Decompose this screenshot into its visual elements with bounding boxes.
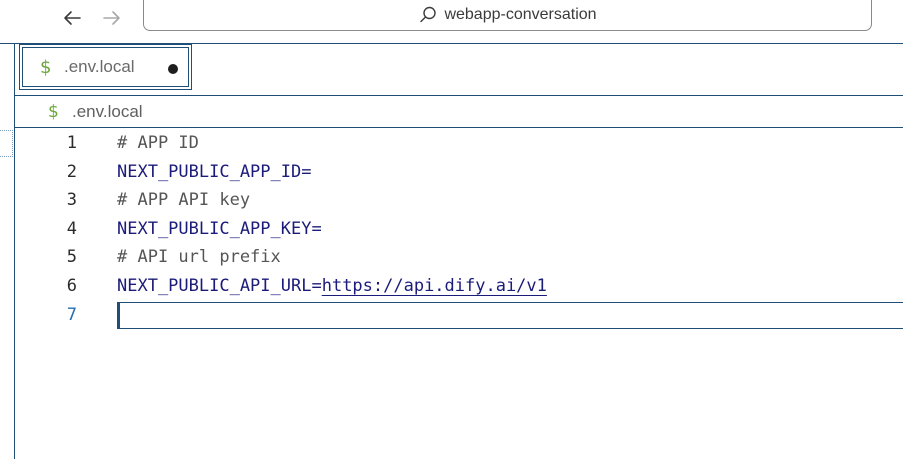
line-number-active: 7 <box>66 304 77 325</box>
line-number: 6 <box>66 276 77 296</box>
env-key: NEXT_PUBLIC_API_URL <box>117 276 312 296</box>
line-number: 3 <box>66 190 77 211</box>
code-text[interactable]: NEXT_PUBLIC_APP_KEY= <box>117 215 322 244</box>
text-cursor <box>118 302 120 328</box>
line-number: 4 <box>66 218 77 239</box>
arrow-left-icon <box>64 11 81 25</box>
code-line-2: 2 NEXT_PUBLIC_APP_ID= <box>15 158 903 187</box>
code-line-4: 4 NEXT_PUBLIC_APP_KEY= <box>15 215 903 244</box>
code-line-1: 1 # APP ID <box>15 129 903 158</box>
dollar-icon: $ <box>40 56 52 78</box>
comment-text[interactable]: # APP API key <box>117 186 250 215</box>
forward-button[interactable] <box>100 6 124 30</box>
breadcrumb: $ .env.local <box>15 97 903 127</box>
comment-text[interactable]: # API url prefix <box>117 243 281 272</box>
code-editor[interactable]: 1 # APP ID 2 NEXT_PUBLIC_APP_ID= 3 # APP… <box>15 129 903 459</box>
assign-operator: = <box>311 276 322 296</box>
search-icon <box>418 5 438 25</box>
line-number: 5 <box>66 247 77 268</box>
line-number: 2 <box>66 161 77 182</box>
command-center-text: webapp-conversation <box>444 6 597 23</box>
env-key: NEXT_PUBLIC_APP_KEY <box>117 218 312 239</box>
editor-tab-strip: $ .env.local <box>15 44 903 96</box>
assign-operator: = <box>311 218 322 239</box>
breadcrumb-divider <box>15 127 903 128</box>
code-text[interactable]: NEXT_PUBLIC_API_URL=https://api.dify.ai/… <box>117 272 547 301</box>
title-bar: webapp-conversation <box>0 0 903 44</box>
dollar-icon: $ <box>48 102 59 122</box>
current-line-highlight <box>117 301 903 329</box>
unsaved-dot-icon[interactable] <box>168 64 178 74</box>
arrow-right-icon <box>103 11 120 25</box>
tab-env-local[interactable]: $ .env.local <box>19 44 192 90</box>
back-button[interactable] <box>60 6 84 30</box>
url-link[interactable]: https://api.dify.ai/v1 <box>322 276 547 296</box>
code-line-3: 3 # APP API key <box>15 186 903 215</box>
command-center-search[interactable]: webapp-conversation <box>143 0 872 31</box>
tabs-divider <box>15 95 903 96</box>
env-key: NEXT_PUBLIC_APP_ID <box>117 161 302 182</box>
glyph-margin-marker <box>0 130 13 157</box>
assign-operator: = <box>301 161 312 182</box>
line-number: 1 <box>66 133 77 153</box>
comment-text[interactable]: # APP ID <box>117 129 199 158</box>
code-line-6: 6 NEXT_PUBLIC_API_URL=https://api.dify.a… <box>15 272 903 301</box>
code-text[interactable]: NEXT_PUBLIC_APP_ID= <box>117 158 311 187</box>
breadcrumb-file[interactable]: .env.local <box>72 102 143 122</box>
code-line-7: 7 <box>15 301 903 330</box>
tab-label: .env.local <box>64 57 135 76</box>
code-line-5: 5 # API url prefix <box>15 243 903 272</box>
